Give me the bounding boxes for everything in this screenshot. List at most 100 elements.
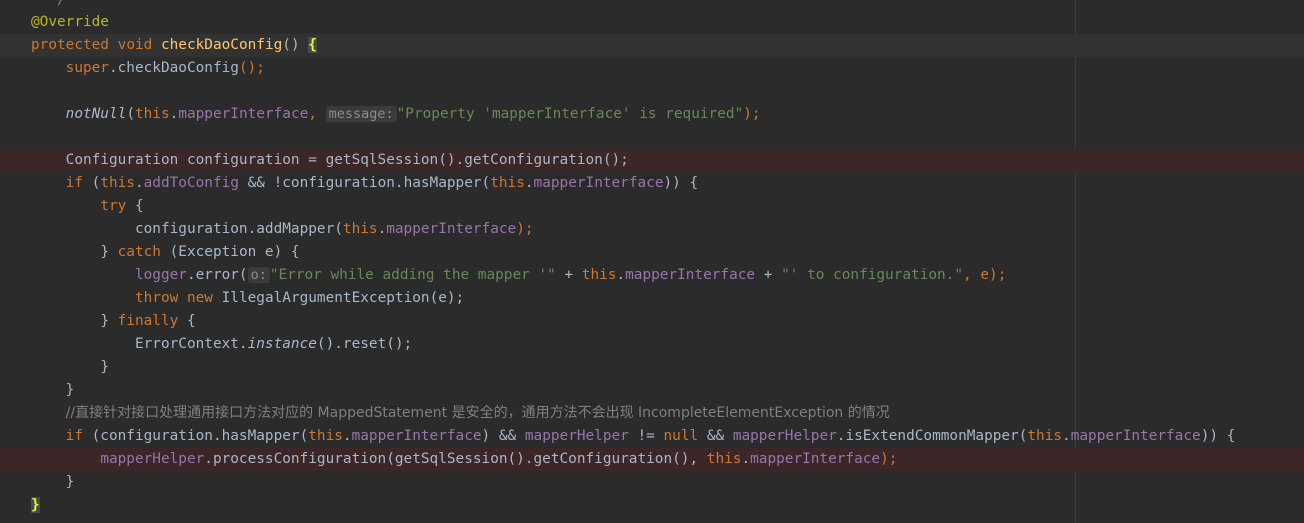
code-text: .error( <box>186 267 248 283</box>
keyword: this <box>342 221 378 237</box>
code-text: ); <box>516 221 534 237</box>
code-line[interactable]: } <box>0 494 1304 517</box>
field-name: mapperInterface <box>178 106 309 122</box>
code-text: .checkDaoConfig <box>108 60 239 76</box>
field-name: mapperInterface <box>750 451 881 467</box>
field-name: addToConfig <box>143 175 239 191</box>
code-line[interactable]: } <box>0 471 1304 494</box>
code-text: } <box>100 244 118 260</box>
code-text: Configuration configuration = getSqlSess… <box>65 152 629 168</box>
keyword: this <box>706 451 742 467</box>
parameter-hint: o: <box>247 267 270 283</box>
keyword: new <box>186 290 213 306</box>
code-text: ); <box>880 451 898 467</box>
code-text: ( <box>82 175 101 191</box>
code-line[interactable]: } finally { <box>0 310 1304 333</box>
keyword: void <box>117 37 153 53</box>
matched-brace: { <box>308 37 317 53</box>
field-name: mapperInterface <box>351 428 482 444</box>
annotation: @Override <box>31 14 109 30</box>
comment-text: //直接针对接口处理通用接口方法对应的 MappedStatement 是安全的… <box>65 405 890 421</box>
code-text: .isExtendCommonMapper( <box>836 428 1028 444</box>
code-line[interactable]: try { <box>0 195 1304 218</box>
code-line[interactable]: throw new IllegalArgumentException(e); <box>0 287 1304 310</box>
code-text: && <box>698 428 733 444</box>
string-literal: "Property 'mapperInterface' is required" <box>396 106 744 122</box>
code-line[interactable]: super.checkDaoConfig(); <box>0 57 1304 80</box>
code-line-error[interactable]: mapperHelper.processConfiguration(getSql… <box>0 448 1304 471</box>
keyword: protected <box>31 37 109 53</box>
keyword: this <box>490 175 525 191</box>
comment-text: */ <box>31 0 66 8</box>
code-text: configuration.addMapper( <box>134 221 343 237</box>
field-name: mapperInterface <box>625 267 756 283</box>
code-text: && !configuration.hasMapper( <box>238 175 491 191</box>
code-text: ErrorContext. <box>134 336 248 352</box>
code-text: ); <box>743 106 761 122</box>
code-text: IllegalArgumentException(e); <box>212 290 465 306</box>
string-literal: "' to configuration." <box>781 267 964 283</box>
matched-brace: } <box>31 497 40 513</box>
keyword: throw <box>134 290 179 306</box>
code-text: . <box>616 267 626 283</box>
keyword: finally <box>117 313 179 329</box>
code-line[interactable]: notNull(this.mapperInterface, message: "P… <box>0 103 1304 126</box>
code-text: ) && <box>481 428 525 444</box>
keyword: super <box>65 60 109 76</box>
code-text: . <box>134 175 144 191</box>
keyword: null <box>663 428 699 444</box>
code-line[interactable]: if (this.addToConfig && !configuration.h… <box>0 172 1304 195</box>
keyword: this <box>134 106 170 122</box>
code-text: (); <box>238 60 265 76</box>
field-name: mapperInterface <box>533 175 664 191</box>
code-line[interactable]: ErrorContext.instance().reset(); <box>0 333 1304 356</box>
keyword: catch <box>117 244 161 260</box>
code-line[interactable]: @Override <box>0 11 1304 34</box>
field-name: mapperHelper <box>732 428 837 444</box>
code-line-error[interactable]: Configuration configuration = getSqlSess… <box>0 149 1304 172</box>
keyword: if <box>65 428 83 444</box>
keyword: if <box>65 175 83 191</box>
code-line[interactable]: } catch (Exception e) { <box>0 241 1304 264</box>
keyword: this <box>581 267 617 283</box>
field-name: mapperInterface <box>1070 428 1201 444</box>
code-text: . <box>342 428 352 444</box>
code-text: { <box>178 313 196 329</box>
field-name: mapperHelper <box>100 451 205 467</box>
method-name: checkDaoConfig <box>160 37 283 53</box>
code-text: ( <box>126 106 135 122</box>
code-line[interactable]: logger.error(o: "Error while adding the m… <box>0 264 1304 287</box>
keyword: this <box>100 175 135 191</box>
code-text: != <box>628 428 664 444</box>
code-text: } <box>100 313 118 329</box>
code-text: + <box>755 267 782 283</box>
code-text: )) { <box>1200 428 1236 444</box>
code-text: . <box>741 451 751 467</box>
code-text: , <box>308 106 326 122</box>
code-editor[interactable]: */ @Override protected void checkDaoConf… <box>0 0 1304 523</box>
code-text: . <box>169 106 179 122</box>
code-text: .processConfiguration(getSqlSession().ge… <box>204 451 707 467</box>
code-line[interactable]: } <box>0 379 1304 402</box>
keyword: this <box>1027 428 1063 444</box>
code-line[interactable]: } <box>0 356 1304 379</box>
code-line[interactable]: //直接针对接口处理通用接口方法对应的 MappedStatement 是安全的… <box>0 402 1304 425</box>
method-name: notNull <box>65 106 127 122</box>
code-line[interactable]: configuration.addMapper(this.mapperInter… <box>0 218 1304 241</box>
field-name: logger <box>134 267 187 283</box>
code-text: } <box>65 382 75 398</box>
field-name: mapperHelper <box>524 428 629 444</box>
code-text: (Exception e) { <box>160 244 300 260</box>
keyword: try <box>100 198 127 214</box>
code-text: . <box>377 221 387 237</box>
code-text: . <box>524 175 534 191</box>
parameter-hint: message: <box>325 106 397 122</box>
code-line[interactable]: if (configuration.hasMapper(this.mapperI… <box>0 425 1304 448</box>
code-text: ().reset(); <box>316 336 413 352</box>
code-text: { <box>126 198 144 214</box>
code-line-current[interactable]: protected void checkDaoConfig() { <box>0 34 1304 57</box>
string-literal: "Error while adding the mapper '" <box>269 267 556 283</box>
code-text: (configuration.hasMapper( <box>82 428 309 444</box>
field-name: mapperInterface <box>386 221 517 237</box>
